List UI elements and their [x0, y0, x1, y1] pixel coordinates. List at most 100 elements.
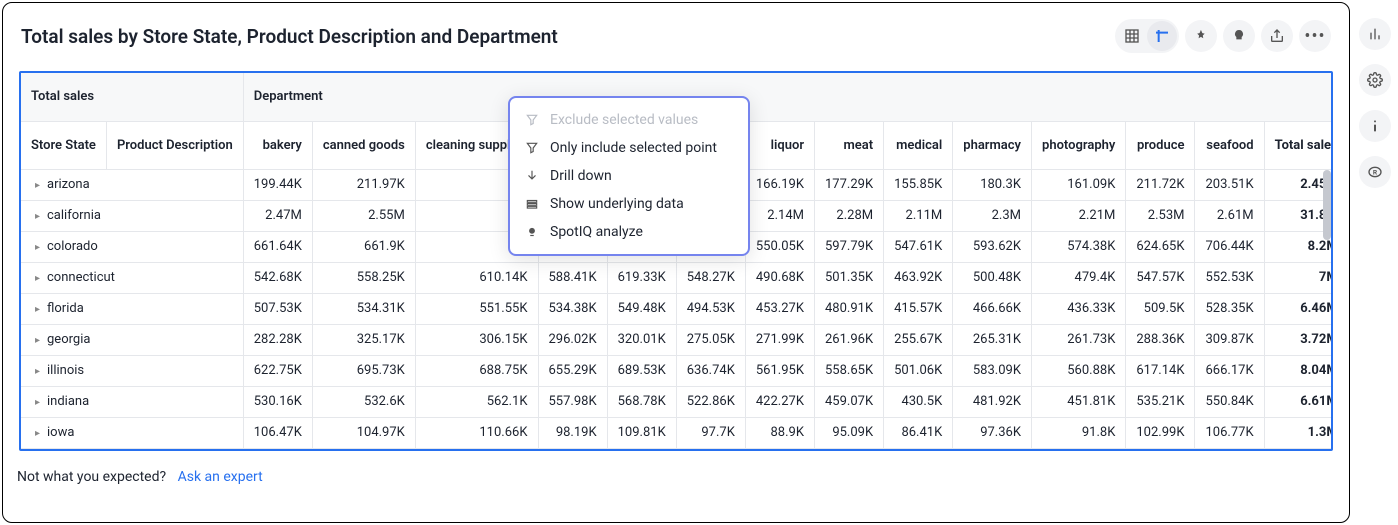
- value-cell[interactable]: 110.66K: [415, 417, 538, 448]
- value-cell[interactable]: 528.35K: [1195, 293, 1264, 324]
- col-total[interactable]: Total sales: [1264, 121, 1333, 169]
- value-cell[interactable]: 95.09K: [815, 417, 884, 448]
- value-cell[interactable]: 155.85K: [884, 169, 953, 200]
- value-cell[interactable]: 106.77K: [1195, 417, 1264, 448]
- state-cell[interactable]: connecticut: [21, 262, 243, 293]
- value-cell[interactable]: 557.98K: [538, 386, 607, 417]
- col-store-state[interactable]: Store State: [21, 121, 106, 169]
- value-cell[interactable]: 532.6K: [312, 386, 415, 417]
- metric-header[interactable]: Total sales: [21, 73, 243, 121]
- state-cell[interactable]: georgia: [21, 324, 243, 355]
- context-menu-item[interactable]: SpotIQ analyze: [510, 218, 748, 246]
- value-cell[interactable]: 689.53K: [607, 355, 676, 386]
- value-cell[interactable]: 695.73K: [312, 355, 415, 386]
- value-cell[interactable]: 451.81K: [1032, 386, 1126, 417]
- value-cell[interactable]: 522.86K: [676, 386, 745, 417]
- value-cell[interactable]: 501.06K: [884, 355, 953, 386]
- value-cell[interactable]: 561.95K: [745, 355, 814, 386]
- value-cell[interactable]: 261.73K: [1032, 324, 1126, 355]
- col-dept[interactable]: meat: [815, 121, 884, 169]
- value-cell[interactable]: 98.19K: [538, 417, 607, 448]
- value-cell[interactable]: 275.05K: [676, 324, 745, 355]
- value-cell[interactable]: 548.27K: [676, 262, 745, 293]
- value-cell[interactable]: 325.17K: [312, 324, 415, 355]
- value-cell[interactable]: 288.36K: [1126, 324, 1195, 355]
- value-cell[interactable]: 688.75K: [415, 355, 538, 386]
- share-button[interactable]: [1261, 20, 1293, 52]
- value-cell[interactable]: 534.38K: [538, 293, 607, 324]
- value-cell[interactable]: 88.9K: [745, 417, 814, 448]
- value-cell[interactable]: 436.33K: [1032, 293, 1126, 324]
- value-cell[interactable]: 161.09K: [1032, 169, 1126, 200]
- col-dept[interactable]: photography: [1032, 121, 1126, 169]
- value-cell[interactable]: 261.96K: [815, 324, 884, 355]
- r-rail-button[interactable]: R: [1359, 156, 1391, 188]
- col-dept[interactable]: liquor: [745, 121, 814, 169]
- value-cell[interactable]: 422.27K: [745, 386, 814, 417]
- state-cell[interactable]: florida: [21, 293, 243, 324]
- value-cell[interactable]: 459.07K: [815, 386, 884, 417]
- value-cell[interactable]: 552.53K: [1195, 262, 1264, 293]
- value-cell[interactable]: 104.97K: [312, 417, 415, 448]
- state-cell[interactable]: arizona: [21, 169, 243, 200]
- state-cell[interactable]: california: [21, 200, 243, 231]
- value-cell[interactable]: 106.47K: [243, 417, 312, 448]
- value-cell[interactable]: 102.99K: [1126, 417, 1195, 448]
- more-button[interactable]: •••: [1299, 20, 1331, 52]
- value-cell[interactable]: 2.47M: [243, 200, 312, 231]
- value-cell[interactable]: 109.81K: [607, 417, 676, 448]
- value-cell[interactable]: 583.09K: [953, 355, 1032, 386]
- value-cell[interactable]: 271.99K: [745, 324, 814, 355]
- hint-button[interactable]: [1223, 20, 1255, 52]
- value-cell[interactable]: 562.1K: [415, 386, 538, 417]
- value-cell[interactable]: 97.36K: [953, 417, 1032, 448]
- value-cell[interactable]: 551.55K: [415, 293, 538, 324]
- value-cell[interactable]: 97.7K: [676, 417, 745, 448]
- col-dept[interactable]: canned goods: [312, 121, 415, 169]
- value-cell[interactable]: 2.53M: [1126, 200, 1195, 231]
- context-menu-item[interactable]: Drill down: [510, 162, 748, 190]
- info-rail-button[interactable]: [1359, 110, 1391, 142]
- value-cell[interactable]: 306.15K: [415, 324, 538, 355]
- value-cell[interactable]: 542.68K: [243, 262, 312, 293]
- value-cell[interactable]: 666.17K: [1195, 355, 1264, 386]
- value-cell[interactable]: 180.3K: [953, 169, 1032, 200]
- value-cell[interactable]: 547.61K: [884, 231, 953, 262]
- value-cell[interactable]: 530.16K: [243, 386, 312, 417]
- col-dept[interactable]: pharmacy: [953, 121, 1032, 169]
- state-cell[interactable]: indiana: [21, 386, 243, 417]
- context-menu-item[interactable]: Only include selected point: [510, 134, 748, 162]
- value-cell[interactable]: 415.57K: [884, 293, 953, 324]
- value-cell[interactable]: 2.14M: [745, 200, 814, 231]
- value-cell[interactable]: 550.84K: [1195, 386, 1264, 417]
- value-cell[interactable]: 466.66K: [953, 293, 1032, 324]
- value-cell[interactable]: 479.4K: [1032, 262, 1126, 293]
- value-cell[interactable]: 549.48K: [607, 293, 676, 324]
- value-cell[interactable]: 2.28M: [815, 200, 884, 231]
- value-cell[interactable]: 560.88K: [1032, 355, 1126, 386]
- value-cell[interactable]: 320.01K: [607, 324, 676, 355]
- value-cell[interactable]: 622.75K: [243, 355, 312, 386]
- value-cell[interactable]: 509.5K: [1126, 293, 1195, 324]
- value-cell[interactable]: 619.33K: [607, 262, 676, 293]
- state-cell[interactable]: illinois: [21, 355, 243, 386]
- value-cell[interactable]: 296.02K: [538, 324, 607, 355]
- value-cell[interactable]: 624.65K: [1126, 231, 1195, 262]
- value-cell[interactable]: 588.41K: [538, 262, 607, 293]
- scrollbar-thumb[interactable]: [1323, 170, 1331, 240]
- value-cell[interactable]: 661.64K: [243, 231, 312, 262]
- value-cell[interactable]: 617.14K: [1126, 355, 1195, 386]
- dimension-header[interactable]: Department: [243, 73, 1333, 121]
- col-product-desc[interactable]: Product Description: [106, 121, 243, 169]
- value-cell[interactable]: 282.28K: [243, 324, 312, 355]
- value-cell[interactable]: 558.65K: [815, 355, 884, 386]
- value-cell[interactable]: 597.79K: [815, 231, 884, 262]
- value-cell[interactable]: 661.9K: [312, 231, 415, 262]
- value-cell[interactable]: 481.92K: [953, 386, 1032, 417]
- value-cell[interactable]: 636.74K: [676, 355, 745, 386]
- value-cell[interactable]: 211.72K: [1126, 169, 1195, 200]
- value-cell[interactable]: 574.38K: [1032, 231, 1126, 262]
- value-cell[interactable]: 2.61M: [1195, 200, 1264, 231]
- value-cell[interactable]: 211.97K: [312, 169, 415, 200]
- state-cell[interactable]: colorado: [21, 231, 243, 262]
